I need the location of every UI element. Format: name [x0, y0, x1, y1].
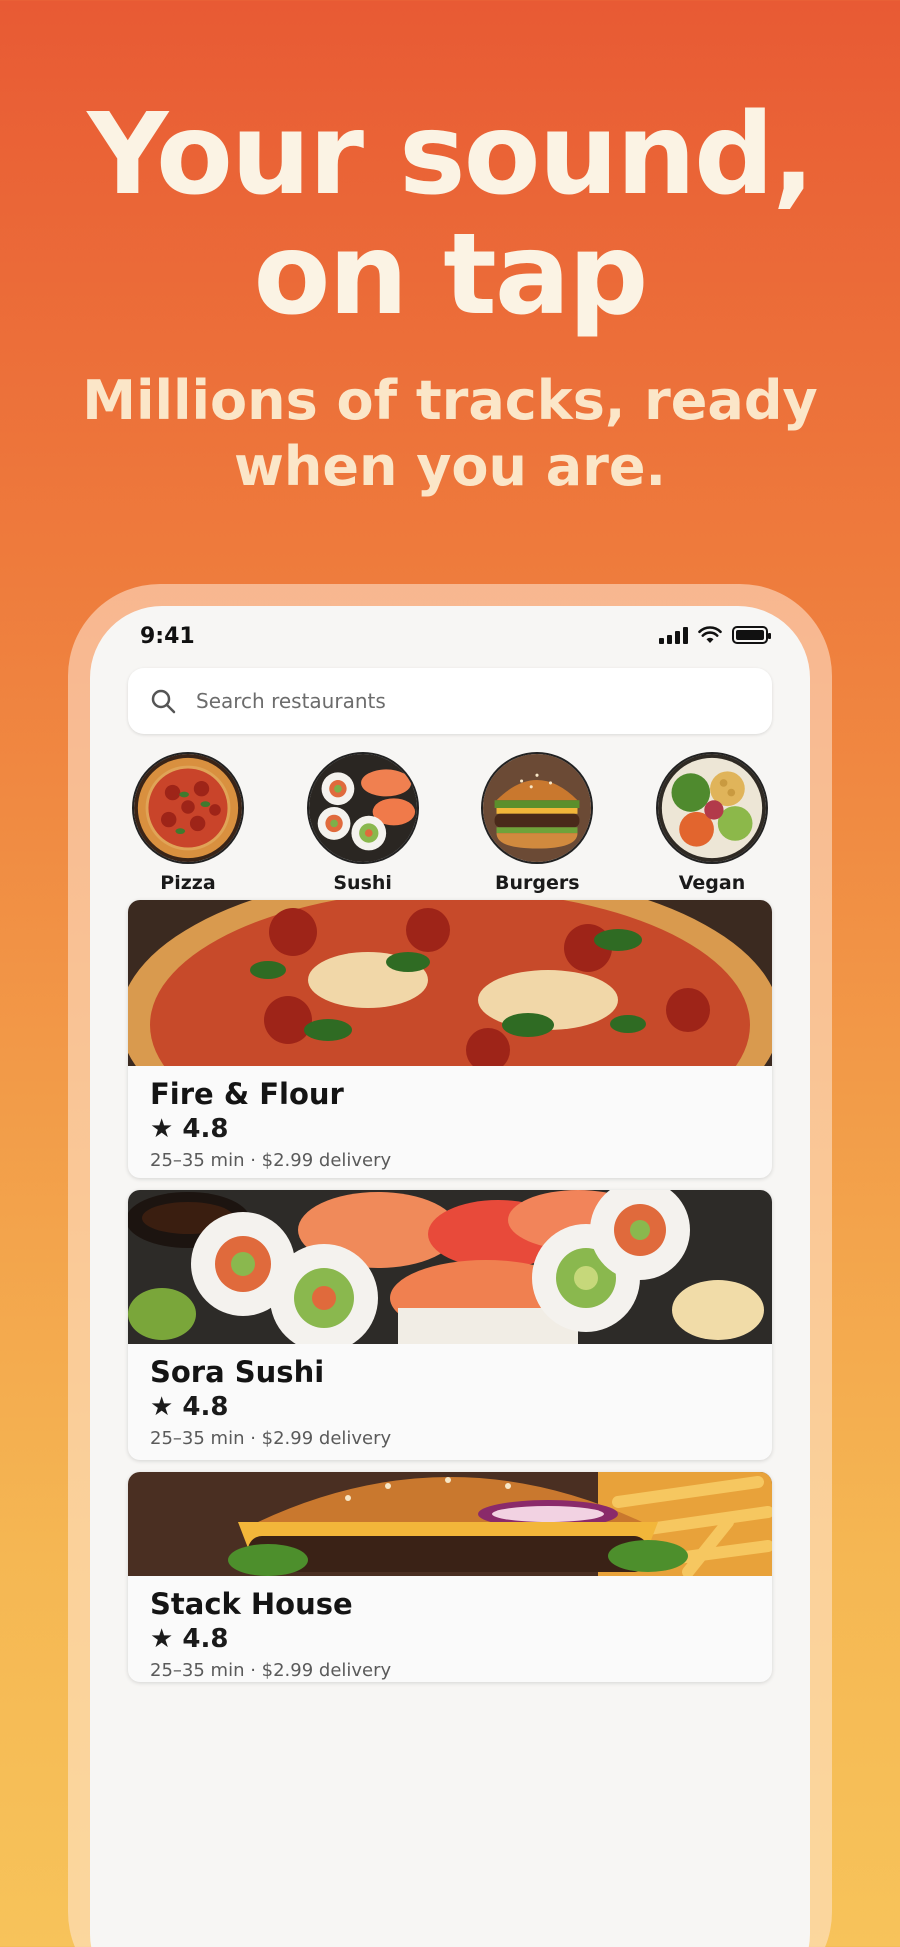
- category-sushi[interactable]: Sushi: [303, 752, 423, 896]
- restaurant-card[interactable]: Sora Sushi ★ 4.8 25–35 min · $2.99 deliv…: [128, 1190, 772, 1460]
- cellular-signal-icon: [659, 626, 688, 644]
- battery-icon: [732, 626, 771, 644]
- hero-subtitle-line1: Millions of tracks, ready: [82, 369, 818, 432]
- restaurant-name: Stack House: [150, 1587, 353, 1621]
- restaurant-name: Fire & Flour: [150, 1077, 344, 1111]
- hero-title-line2: on tap: [253, 210, 649, 340]
- status-time: 9:41: [140, 624, 195, 649]
- restaurant-rating: ★ 4.8: [150, 1624, 229, 1654]
- restaurant-rating: ★ 4.8: [150, 1114, 229, 1144]
- restaurant-card[interactable]: Stack House ★ 4.8 25–35 min · $2.99 deli…: [128, 1472, 772, 1682]
- sushi-image: [306, 752, 419, 864]
- category-label: Sushi: [333, 872, 392, 894]
- restaurant-name: Sora Sushi: [150, 1355, 325, 1389]
- category-pizza[interactable]: Pizza: [128, 752, 248, 896]
- search-input[interactable]: [196, 689, 716, 713]
- status-icons: [659, 626, 771, 644]
- restaurant-delivery-info: 25–35 min · $2.99 delivery: [150, 1428, 392, 1449]
- vegan-bowl-image: [655, 752, 768, 864]
- hero-title: Your sound, on tap: [0, 95, 900, 335]
- pizza-image: [132, 752, 244, 864]
- category-row: Pizza Sushi Burgers Vegan: [128, 752, 772, 896]
- hero-subtitle: Millions of tracks, ready when you are.: [0, 368, 900, 500]
- restaurant-delivery-info: 25–35 min · $2.99 delivery: [150, 1660, 392, 1681]
- search-icon: [151, 689, 176, 714]
- status-bar: 9:41: [90, 606, 810, 670]
- restaurant-image-pizza: [128, 900, 772, 1066]
- phone-screen: 9:41 Search restaurants Pizza Sushi Burg…: [90, 606, 810, 1947]
- hero-title-line1: Your sound,: [87, 90, 815, 220]
- restaurant-rating: ★ 4.8: [150, 1392, 229, 1422]
- restaurant-image-sushi: [128, 1190, 772, 1344]
- wifi-icon: [698, 626, 722, 643]
- hero-subtitle-line2: when you are.: [234, 435, 666, 498]
- category-label: Burgers: [495, 872, 580, 894]
- search-bar[interactable]: [128, 668, 772, 734]
- category-label: Pizza: [160, 872, 216, 894]
- restaurant-card[interactable]: Fire & Flour ★ 4.8 25–35 min · $2.99 del…: [128, 900, 772, 1178]
- restaurant-image-burger: [128, 1472, 772, 1576]
- category-burgers[interactable]: Burgers: [477, 752, 597, 896]
- restaurant-delivery-info: 25–35 min · $2.99 delivery: [150, 1150, 392, 1171]
- category-vegan[interactable]: Vegan: [652, 752, 772, 896]
- category-label: Vegan: [678, 872, 746, 894]
- burger-image: [481, 752, 594, 864]
